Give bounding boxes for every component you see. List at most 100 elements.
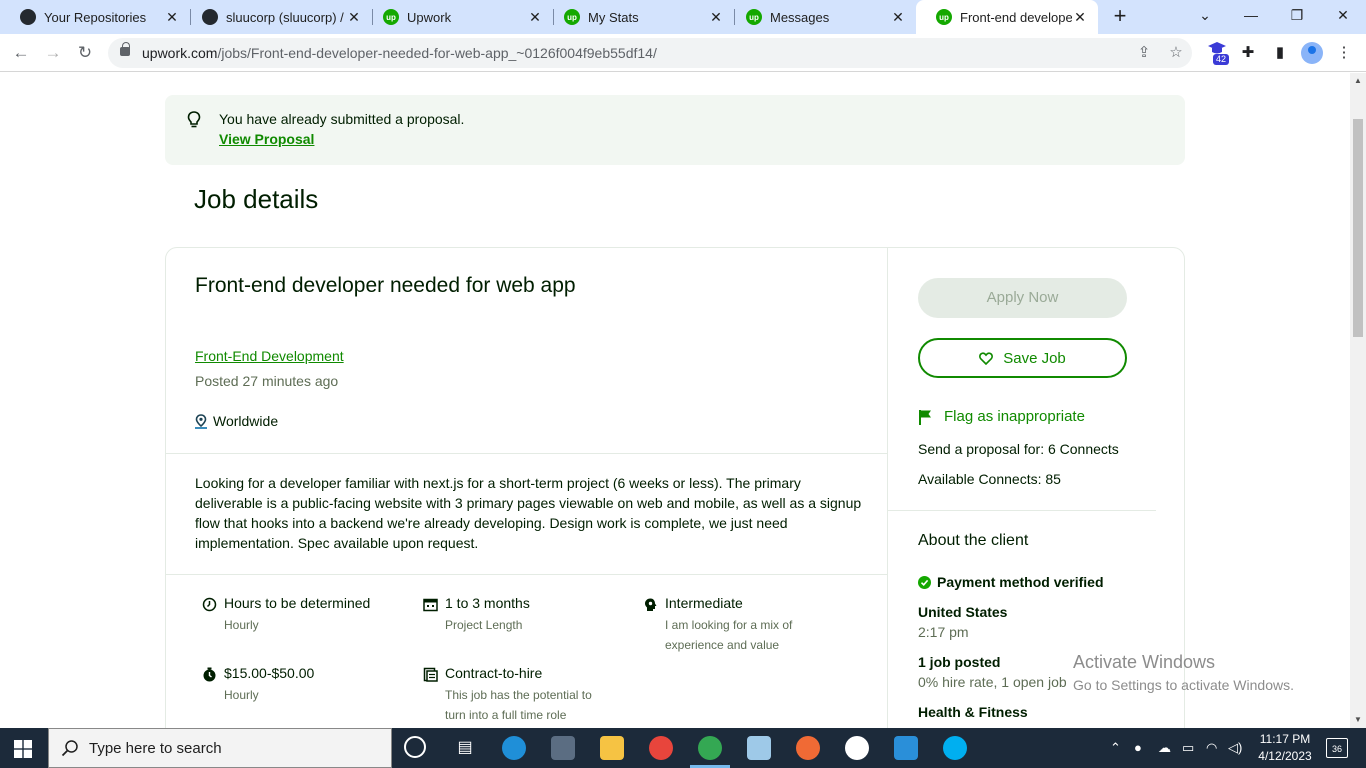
edge-icon[interactable] [502,736,526,760]
section-divider [166,574,887,575]
address-bar[interactable]: upwork.com/jobs/Front-end-developer-need… [108,38,1192,68]
mongodb-compass-icon[interactable] [845,736,869,760]
close-icon[interactable]: ✕ [708,9,724,26]
available-connects: Available Connects: 85 [918,471,1061,487]
back-arrow-icon[interactable]: ← [8,40,34,66]
watermark-subtitle: Go to Settings to activate Windows. [1073,677,1294,693]
windows-taskbar: Type here to search ▤ ⌃ ● ☁ ▭ ◠ ◁) 11:17… [0,728,1366,768]
task-view-icon[interactable]: ▤ [453,736,477,760]
taskbar-search-box[interactable]: Type here to search [48,728,392,768]
job-title: Front-end developer needed for web app [195,274,576,297]
extension-badge: 42 [1213,54,1230,65]
heart-icon [979,351,994,365]
minimize-button[interactable]: — [1228,0,1274,32]
snipping-tool-icon[interactable] [551,736,575,760]
share-icon[interactable]: ⇪ [1134,43,1154,63]
battery-icon[interactable]: ▭ [1182,740,1194,756]
job-location: Worldwide [195,413,278,429]
flag-icon [919,409,931,425]
close-icon[interactable]: ✕ [890,9,906,26]
job-details-card: Front-end developer needed for web app F… [165,247,1185,728]
upwork-icon: up [383,9,399,25]
volume-icon[interactable]: ◁) [1228,740,1242,756]
page-content: You have already submitted a proposal. V… [0,73,1350,728]
puzzle-icon[interactable]: ✚ [1237,42,1259,64]
page-title: Job details [194,184,319,214]
postman-icon[interactable] [796,736,820,760]
search-icon [61,740,78,757]
github-icon [202,9,218,25]
chrome-profile-icon[interactable] [698,736,722,760]
close-icon[interactable]: ✕ [346,9,362,26]
show-hidden-icons-chevron-icon[interactable]: ⌃ [1110,740,1121,756]
restore-button[interactable]: ❐ [1274,0,1320,32]
search-placeholder: Type here to search [89,740,222,757]
feature-title: Intermediate [665,595,743,611]
reload-icon[interactable]: ↻ [72,40,98,66]
save-job-button[interactable]: Save Job [918,338,1127,378]
clock-icon [202,597,217,612]
feature-title: 1 to 3 months [445,595,530,611]
profile-avatar[interactable] [1301,42,1323,64]
tab-search-chevron-icon[interactable]: ⌄ [1182,0,1228,32]
browser-toolbar: ← → ↻ upwork.com/jobs/Front-end-develope… [0,34,1366,72]
wifi-icon[interactable]: ◠ [1206,740,1217,756]
browser-tab-strip: Your Repositories ✕ sluucorp (sluucorp) … [0,0,1366,34]
tab-sluucorp[interactable]: sluucorp (sluucorp) / F ✕ [182,0,372,34]
tab-your-repositories[interactable]: Your Repositories ✕ [0,0,190,34]
upwork-icon: up [936,9,952,25]
bookmark-star-icon[interactable]: ☆ [1166,43,1186,63]
view-proposal-link[interactable]: View Proposal [219,131,314,147]
flag-as-inappropriate-link[interactable]: Flag as inappropriate [918,408,1085,425]
onedrive-cloud-icon[interactable]: ☁ [1158,740,1171,756]
client-hire-rate: 0% hire rate, 1 open job [918,674,1067,690]
new-tab-button[interactable]: + [1108,5,1132,29]
tab-front-end-developer[interactable]: up Front-end developer n ✕ [916,0,1098,34]
tab-title: sluucorp (sluucorp) / F [226,9,346,25]
client-country: United States [918,604,1008,620]
calendar-icon [423,598,438,612]
menu-dots-icon[interactable]: ⋮ [1333,42,1355,64]
contract-icon [423,667,438,682]
tab-title: My Stats [588,9,639,25]
chrome-icon[interactable] [649,736,673,760]
scroll-up-arrow-icon[interactable]: ▲ [1354,76,1362,85]
feature-subtitle: Hourly [224,618,259,632]
skype-icon[interactable] [943,736,967,760]
taskbar-clock[interactable]: 11:17 PM 4/12/2023 [1253,731,1317,765]
feature-title: Contract-to-hire [445,665,543,681]
apply-now-button[interactable]: Apply Now [918,278,1127,318]
brain-icon [645,598,657,611]
tab-upwork[interactable]: up Upwork ✕ [363,0,553,34]
client-jobs-posted: 1 job posted [918,654,1001,670]
feature-subtitle: This job has the potential to turn into … [445,688,592,722]
job-category-link[interactable]: Front-End Development [195,348,344,364]
clock-time: 11:17 PM [1259,732,1311,746]
tab-title: Messages [770,9,830,25]
close-icon[interactable]: ✕ [164,9,180,26]
vscode-icon[interactable] [894,736,918,760]
tab-title: Front-end developer n [960,9,1072,25]
section-divider [888,510,1156,511]
cortana-icon[interactable] [404,736,426,758]
save-job-label: Save Job [1003,349,1066,367]
windows-start-icon[interactable] [14,740,32,758]
close-icon[interactable]: ✕ [1072,9,1088,26]
notification-center-icon[interactable]: 36 [1326,738,1348,758]
close-icon[interactable]: ✕ [527,9,543,26]
tab-messages[interactable]: up Messages ✕ [726,0,916,34]
activate-windows-watermark: Activate Windows Go to Settings to activ… [1073,652,1294,693]
window-close-button[interactable]: ✕ [1320,0,1366,32]
tab-my-stats[interactable]: up My Stats ✕ [544,0,734,34]
url-text: upwork.com/jobs/Front-end-developer-need… [142,45,657,61]
notepad-icon[interactable] [747,736,771,760]
file-explorer-icon[interactable] [600,736,624,760]
job-description: Looking for a developer familiar with ne… [195,475,862,551]
lightbulb-icon [187,111,201,128]
scroll-thumb[interactable] [1353,119,1363,337]
scroll-down-arrow-icon[interactable]: ▼ [1354,715,1362,724]
app-tray-icon[interactable]: ● [1134,740,1142,755]
side-panel-icon[interactable]: ▮ [1269,42,1291,64]
page-scrollbar[interactable]: ▲ ▼ [1350,73,1366,728]
forward-arrow-icon[interactable]: → [40,40,66,66]
